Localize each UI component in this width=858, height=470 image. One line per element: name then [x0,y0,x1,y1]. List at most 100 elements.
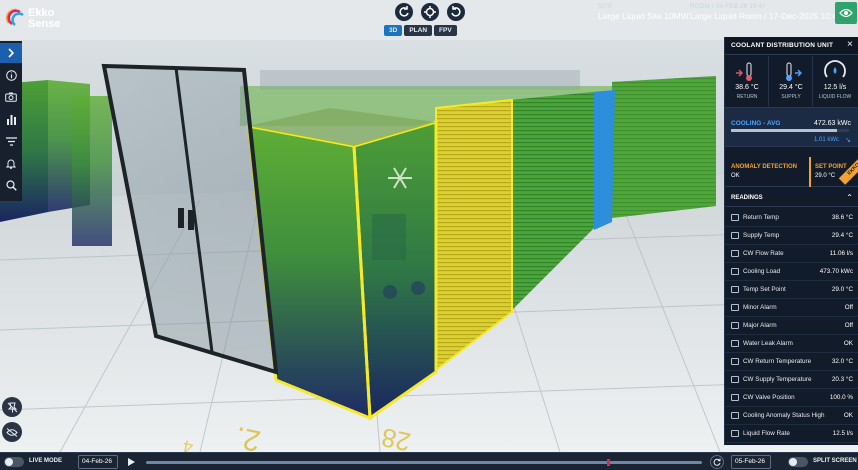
analytics-button[interactable] [0,109,22,129]
set-point-label: SET POINT [815,164,847,170]
reading-value: Off [844,322,853,329]
reading-row[interactable]: Water Leak Alarm OK [725,335,858,353]
timeline-scrubber[interactable] [146,459,702,466]
reading-row[interactable]: Supply Temp 29.4 °C [725,227,858,245]
supply-temp-value: 29.4 °C [779,84,803,91]
anomaly-detection-value: OK [731,173,740,179]
chart-icon [731,394,739,401]
timeline-playhead[interactable] [607,459,611,466]
panel-header: COOLANT DISTRIBUTION UNIT × [725,37,858,55]
split-screen-toggle[interactable] [788,457,808,467]
panel-title: COOLANT DISTRIBUTION UNIT [731,42,834,49]
reading-value: Off [844,304,853,311]
reading-name: Temp Set Point [743,286,786,293]
readings-list: Return Temp 38.6 °C Supply Temp 29.4 °C CW F… [725,209,858,443]
thermometer-return-icon [736,62,752,81]
recenter-button[interactable] [420,2,440,22]
view-plan-button[interactable]: PLAN [404,25,433,36]
top-bar: Ekko Sense 3D PLAN FPV SITE Large Liquid… [0,0,858,36]
rotate-right-icon [451,6,461,17]
reading-row[interactable]: CW Supply Temperature 20.3 °C [725,371,858,389]
supply-temp-label: SUPPLY [781,94,801,100]
reading-row[interactable]: Cooling Load 473.70 kWc [725,263,858,281]
brand-word-2: Sense [28,18,61,30]
reading-row[interactable]: CW Flow Rate 11.06 l/s [725,245,858,263]
play-button[interactable] [124,456,138,468]
chart-icon [731,214,739,221]
reading-name: Major Alarm [743,322,777,329]
chart-icon [731,286,739,293]
bar-chart-icon [6,114,16,125]
reading-name: Water Leak Alarm [743,340,793,347]
view-fpv-button[interactable]: FPV [434,25,457,36]
reading-row[interactable]: Temp Set Point 29.0 °C [725,281,858,299]
liquid-flow-tile[interactable]: 12.5 l/s LIQUID FLOW [813,56,857,106]
rotate-left-button[interactable] [394,2,414,22]
reading-row[interactable]: Cooling Anomaly Status High OK [725,407,858,425]
set-point-value: 29.0 °C [815,173,836,179]
search-button[interactable] [0,175,22,195]
chart-icon [731,430,739,437]
cooling-avg-card[interactable]: COOLING - AVG 472.63 kWc 1.01 kWc ↘ [725,107,858,147]
hide-layer-button[interactable] [2,422,22,442]
reading-row[interactable]: CW Return Temperature 32.0 °C [725,353,858,371]
reading-row[interactable]: Liquid Flow Rate 12.5 l/s [725,425,858,443]
reading-name: CW Valve Position [743,394,795,401]
chart-icon [731,340,739,347]
info-button[interactable] [0,65,22,85]
reading-value: 20.3 °C [831,376,853,383]
chart-icon [731,412,739,419]
pin-tool-button[interactable] [2,397,22,417]
liquid-flow-label: LIQUID FLOW [818,94,852,100]
reading-value: 100.0 % [829,394,853,401]
snapshot-button[interactable] [0,87,22,107]
eye-off-icon [6,427,18,437]
reading-row[interactable]: Return Temp 38.6 °C [725,209,858,227]
return-temp-tile[interactable]: 38.6 °C RETURN [725,56,769,106]
live-mode-label: LIVE MODE [29,458,63,464]
refresh-button[interactable] [710,455,724,469]
reading-value: 29.0 °C [831,286,853,293]
return-temp-value: 38.6 °C [735,84,759,91]
rotate-right-button[interactable] [446,2,466,22]
chevron-up-icon: ⌃ [846,193,853,202]
chart-icon [731,358,739,365]
ekkosense-logo: Ekko Sense [6,5,76,31]
alerts-button[interactable] [0,153,22,173]
trend-down-icon: ↘ [845,137,851,144]
timeline-bar: LIVE MODE 04-Feb-26 05-Feb-26 SPLIT SCRE… [0,452,858,470]
chart-icon [731,322,739,329]
close-panel-button[interactable]: × [847,40,853,50]
room-label: ROOM / 04-FEB-26 19:47 [690,4,766,10]
reading-row[interactable]: Minor Alarm Off [725,299,858,317]
start-date-input[interactable]: 04-Feb-26 [78,455,118,469]
eye-icon [839,8,853,18]
visibility-toggle-button[interactable] [835,2,857,24]
liquid-flow-gauge-icon [824,60,846,78]
reading-name: Cooling Load [743,268,781,275]
return-temp-label: RETURN [736,94,758,100]
reading-name: CW Supply Temperature [743,376,812,383]
reading-row[interactable]: Major Alarm Off [725,317,858,335]
cooling-delta-value: 1.01 kWc [813,137,839,143]
chart-icon [731,304,739,311]
view-3d-button[interactable]: 3D [384,25,403,36]
cdu-summary-tiles: 38.6 °C RETURN 29.4 °C SUPPLY 12.5 l/s L… [725,56,858,106]
expand-sidebar-button[interactable] [0,43,22,63]
filter-button[interactable] [0,131,22,151]
camera-controls [394,2,466,22]
readings-header[interactable]: READINGS ⌃ [725,189,858,207]
reading-name: Liquid Flow Rate [743,430,790,437]
cooling-avg-label: COOLING - AVG [731,120,781,127]
reading-value: OK [843,340,853,347]
room-selector[interactable]: ROOM / 04-FEB-26 19:47 Large Liquid Room… [690,4,842,22]
reading-value: 12.5 l/s [832,430,853,437]
reading-value: 38.6 °C [831,214,853,221]
reading-row[interactable]: CW Valve Position 100.0 % [725,389,858,407]
supply-temp-tile[interactable]: 29.4 °C SUPPLY [769,56,813,106]
live-mode-toggle[interactable] [4,457,24,467]
refresh-icon [713,458,721,466]
end-date-input[interactable]: 05-Feb-26 [731,455,771,469]
reading-name: Cooling Anomaly Status High [743,412,825,419]
ekkosense-logo-mark [6,8,24,26]
